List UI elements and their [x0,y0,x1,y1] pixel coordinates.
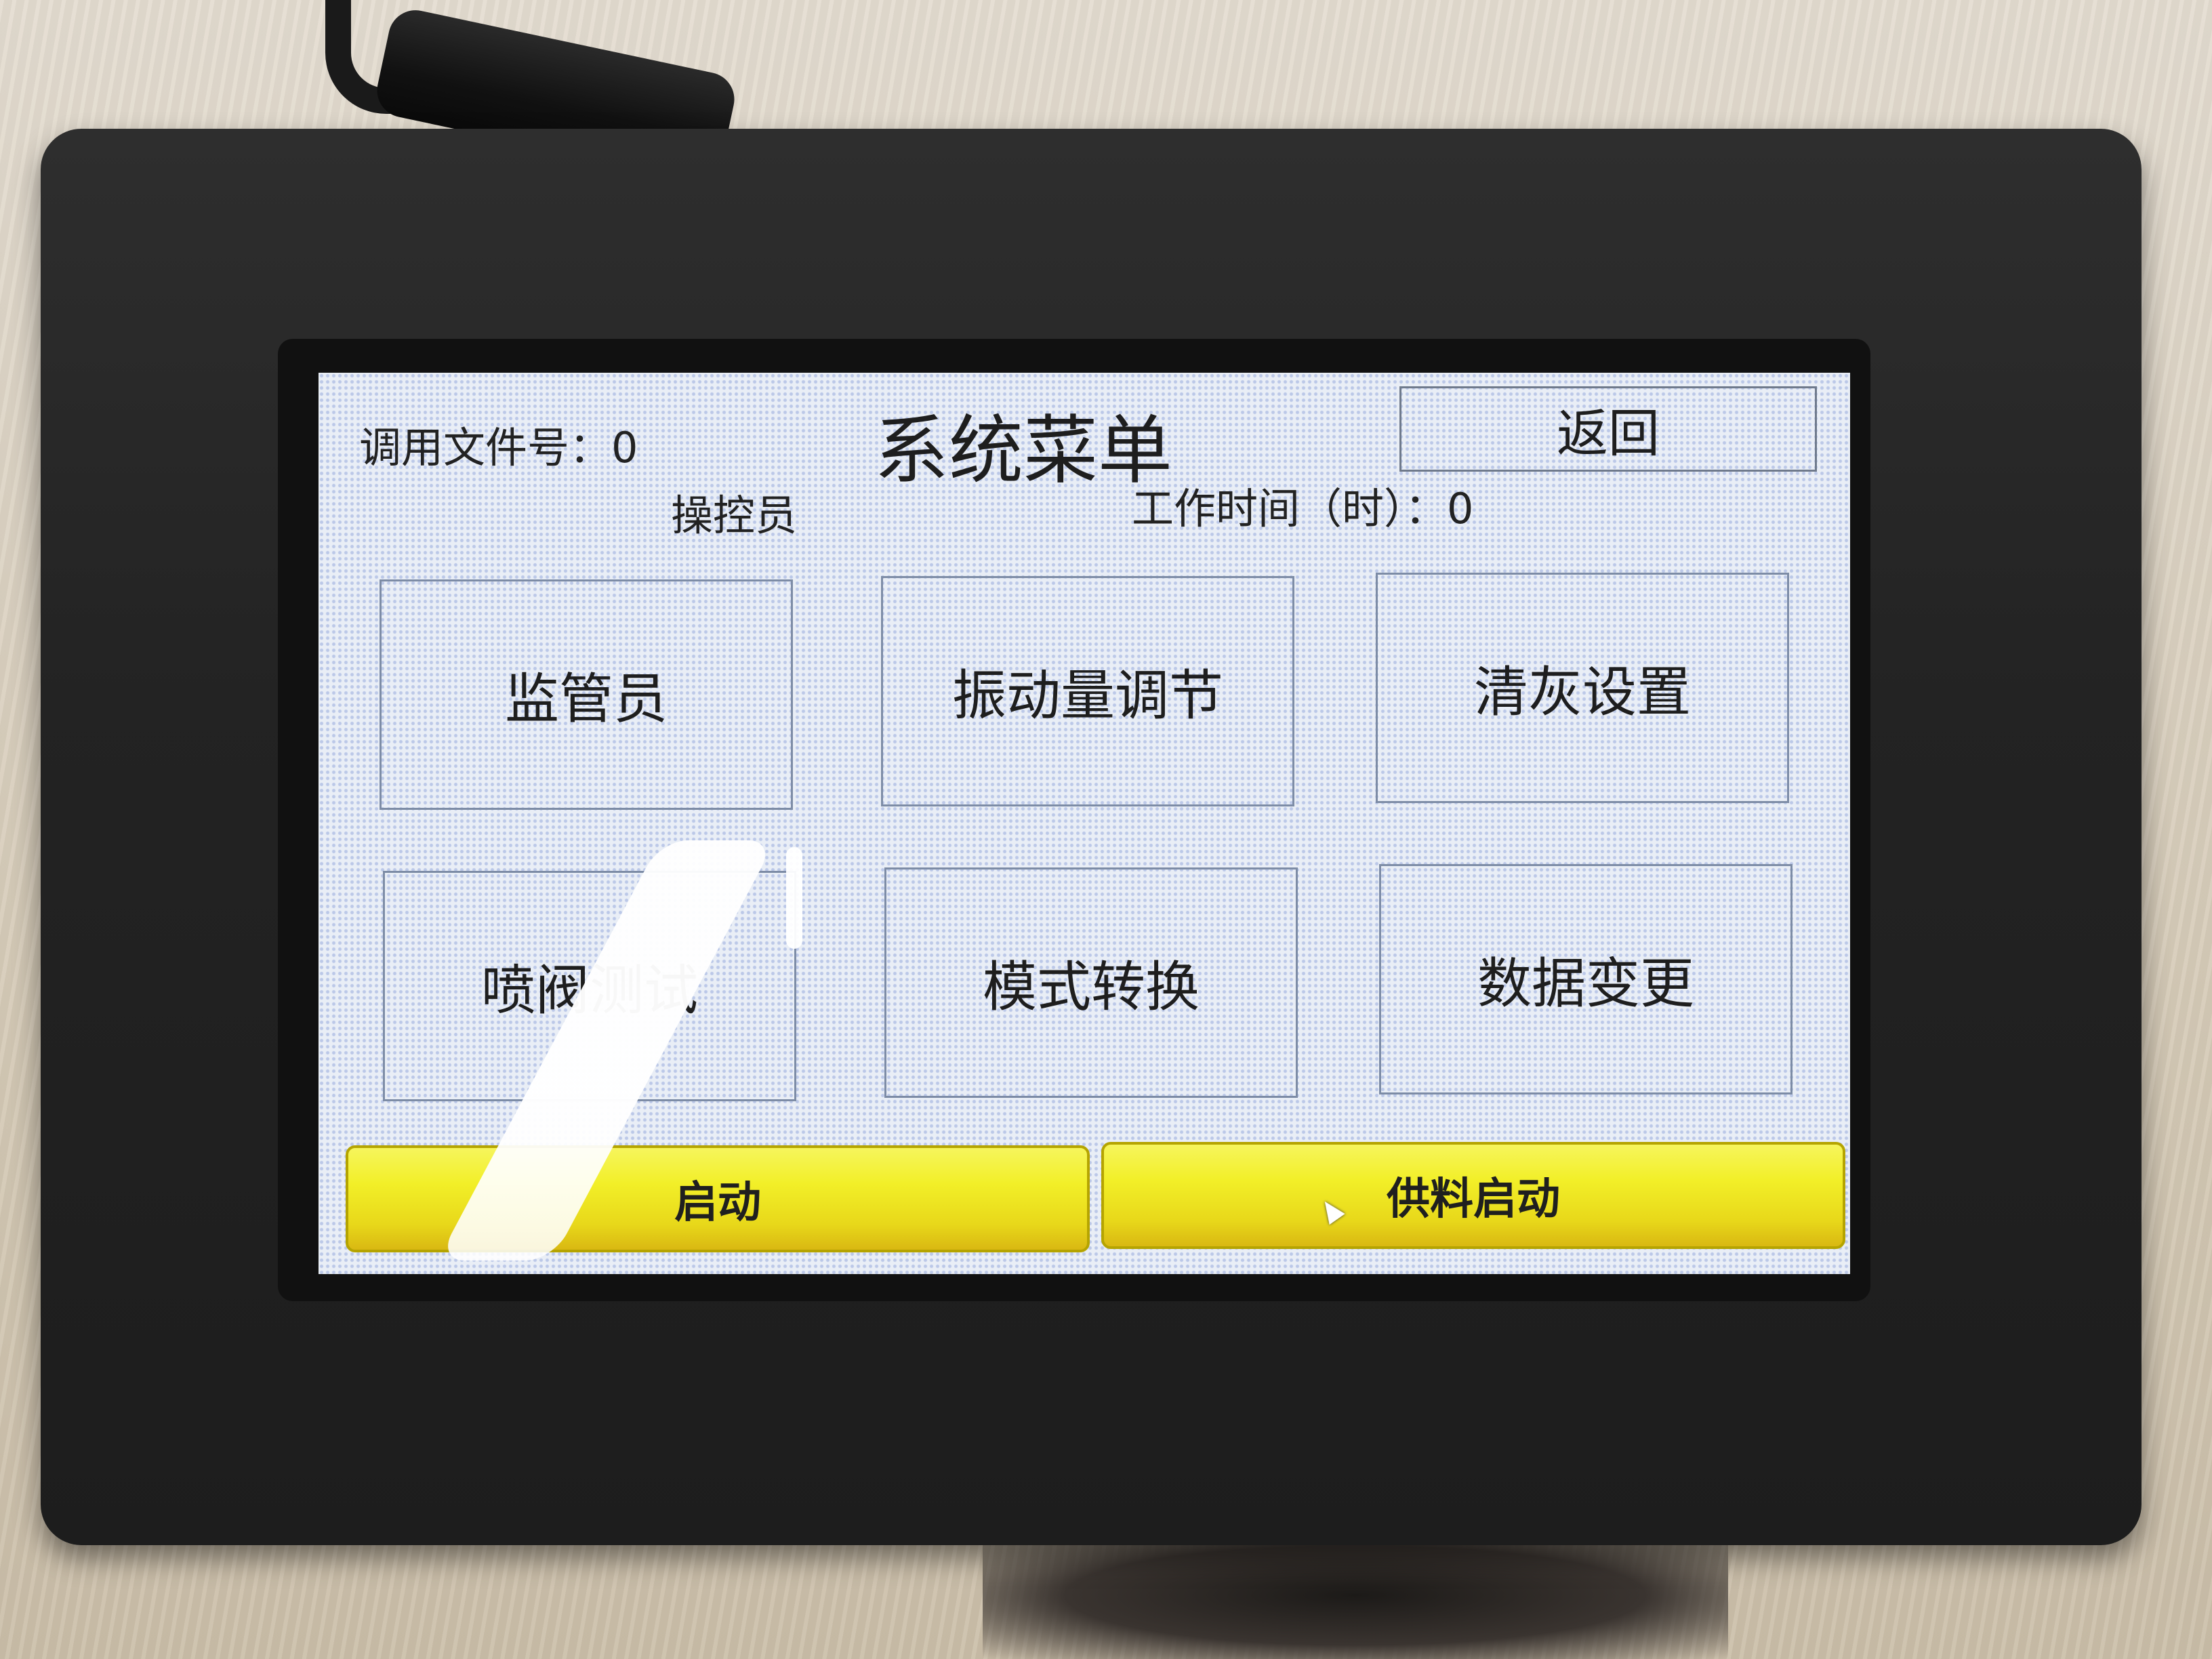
touch-screen: 调用文件号：0 系统菜单 返回 操控员 工作时间（时）：0 监管员 振动量调节 … [319,373,1850,1274]
feed-start-button[interactable]: 供料启动 [1101,1142,1845,1249]
data-change-button[interactable]: 数据变更 [1379,864,1793,1094]
back-button[interactable]: 返回 [1399,386,1817,472]
vibration-adjust-button[interactable]: 振动量调节 [881,576,1294,806]
page-title: 系统菜单 [874,407,1172,494]
work-time-label: 工作时间（时）：0 [1132,484,1474,533]
screen-glare-small [786,847,802,949]
operator-label: 操控员 [671,491,798,540]
dust-clean-settings-button[interactable]: 清灰设置 [1376,573,1789,803]
desk-shadow [983,1532,1728,1659]
file-number-label: 调用文件号：0 [359,423,638,472]
supervisor-button[interactable]: 监管员 [380,579,793,810]
mode-switch-button[interactable]: 模式转换 [884,867,1298,1098]
